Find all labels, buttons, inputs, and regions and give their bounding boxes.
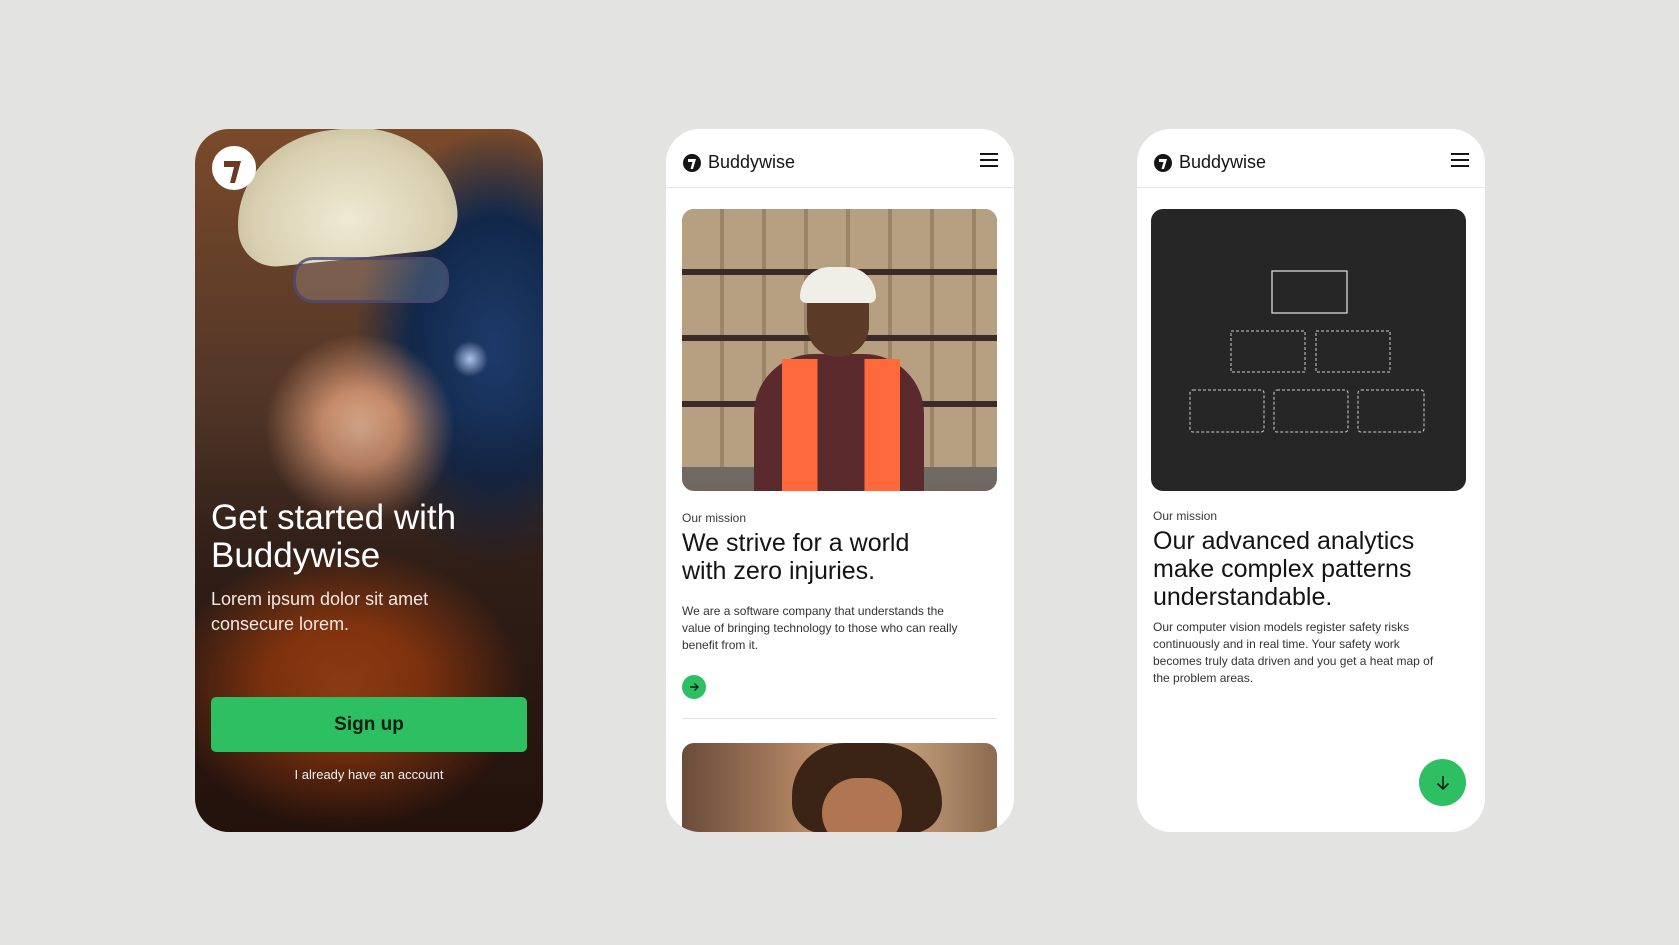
hamburger-menu-icon[interactable] [1451, 153, 1469, 169]
buddywise-logo-icon [1154, 154, 1172, 172]
hierarchy-diagram [1189, 270, 1425, 433]
arrow-down-icon [1436, 775, 1449, 790]
section-title: We strive for a world with zero injuries… [682, 529, 910, 585]
analytics-screen: Buddywise Our mission Our advanced analy… [1137, 129, 1485, 832]
signup-button[interactable]: Sign up [211, 697, 527, 752]
scroll-down-button[interactable] [1419, 759, 1466, 806]
mission-screen: Buddywise Our mission We strive for a wo… [666, 129, 1014, 832]
section-body: We are a software company that understan… [682, 604, 958, 652]
diagram-node-top [1271, 270, 1348, 314]
section-eyebrow: Our mission [682, 511, 747, 525]
canvas: Get started with Buddywise Lorem ipsum d… [0, 0, 1679, 945]
brand-name[interactable]: Buddywise [708, 152, 795, 173]
divider [682, 718, 997, 719]
diagram-node-bottom-right [1357, 389, 1425, 433]
hero-subtitle: Lorem ipsum dolor sit amet consecure lor… [211, 589, 429, 634]
section-title: Our advanced analytics make complex patt… [1153, 527, 1415, 611]
buddywise-logo-icon [212, 146, 256, 190]
woman-photo [682, 743, 997, 832]
diagram-node-bottom-left [1189, 389, 1265, 433]
buddywise-logo-icon [683, 154, 701, 172]
diagram-node-bottom-center [1273, 389, 1349, 433]
signup-screen: Get started with Buddywise Lorem ipsum d… [195, 129, 543, 832]
section-body: Our computer vision models register safe… [1153, 620, 1434, 685]
hierarchy-diagram-card [1151, 209, 1466, 491]
section-eyebrow: Our mission [1153, 509, 1218, 523]
hero-title: Get started with Buddywise [211, 498, 457, 575]
arrow-right-icon [690, 683, 699, 691]
login-link[interactable]: I already have an account [195, 767, 543, 782]
diagram-node-mid-left [1230, 330, 1306, 373]
brand-name[interactable]: Buddywise [1179, 152, 1266, 173]
app-header: Buddywise [1137, 129, 1485, 188]
hamburger-menu-icon[interactable] [980, 153, 998, 169]
warehouse-worker-photo [682, 209, 997, 491]
app-header: Buddywise [666, 129, 1014, 188]
read-more-button[interactable] [682, 675, 706, 699]
diagram-node-mid-right [1315, 330, 1391, 373]
